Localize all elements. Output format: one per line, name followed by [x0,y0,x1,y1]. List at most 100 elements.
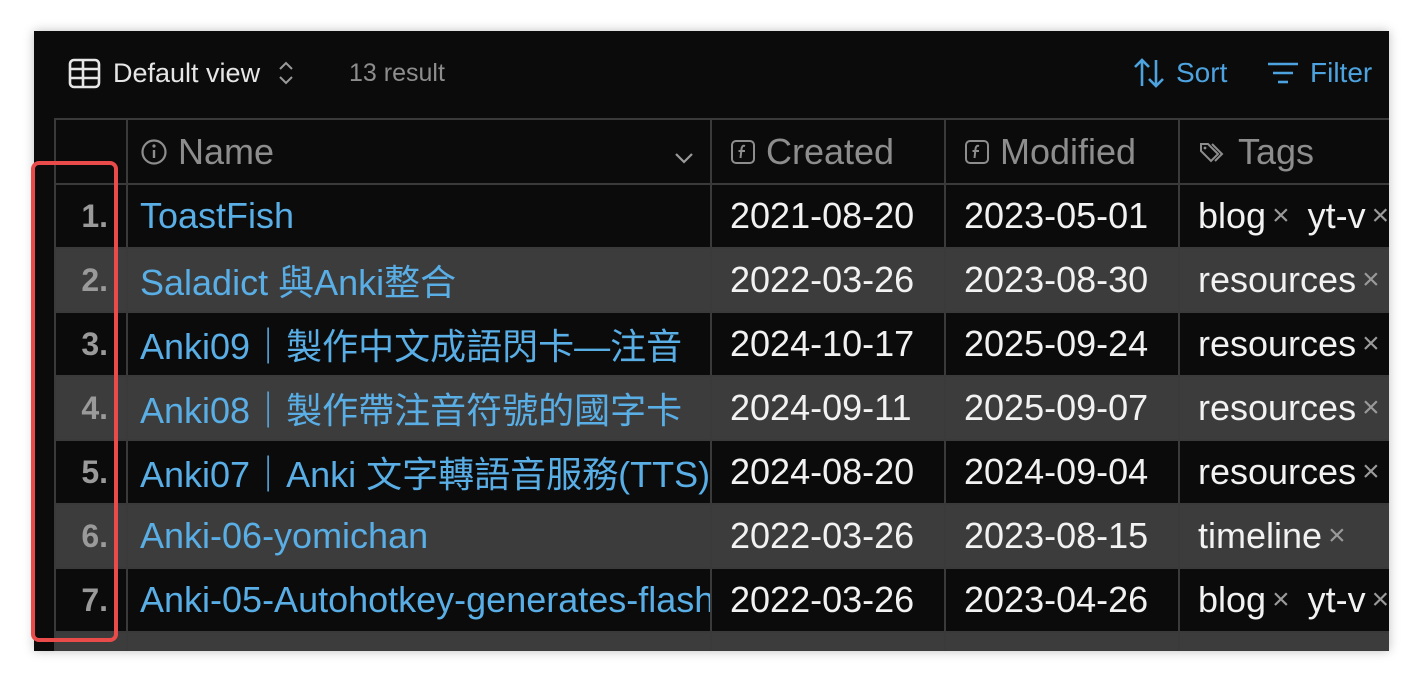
tag-pill[interactable]: blog × [1198,579,1290,621]
results-table: Name Created Modified Tags 1. ToastFish … [54,118,1389,651]
row-modified: 2025-09-24 [944,311,1180,377]
remove-tag-icon[interactable]: × [1362,391,1380,425]
row-created: 2021-08-20 [710,183,946,249]
remove-tag-icon[interactable]: × [1272,583,1290,617]
row-number: 2. [54,247,128,313]
row-number: 5. [54,439,128,505]
header-created-label: Created [766,130,895,172]
remove-tag-icon[interactable]: × [1362,327,1380,361]
table-icon [68,58,101,89]
header-name-label: Name [178,130,275,172]
tag-label: blog [1198,579,1267,620]
tags-icon [1198,139,1228,165]
sort-label: Sort [1176,57,1228,88]
chevron-updown-icon [278,60,294,86]
row-modified: 2023-08-15 [944,503,1180,569]
table-row[interactable]: 7. Anki-05-Autohotkey-generates-flashcar… [54,567,1389,633]
tag-label: timeline [1198,515,1323,556]
tag-pill[interactable]: timeline × [1198,515,1346,557]
view-name: Default view [113,57,261,88]
row-name-link[interactable]: Saladict 與Anki整合 [126,247,712,313]
row-tags: resources × [1178,439,1389,505]
filter-button[interactable]: Filter [1266,55,1372,91]
row-tags: blog × yt-v × [1178,567,1389,633]
header-tags-label: Tags [1238,130,1315,172]
result-count: 13 result [349,58,445,87]
header-row-number [54,118,128,185]
sort-arrows-icon [1132,56,1166,90]
table-row[interactable]: 2. Saladict 與Anki整合 2022-03-26 2023-08-3… [54,247,1389,313]
row-name-link[interactable]: Anki09｜製作中文成語閃卡—注音 [126,311,712,377]
tag-pill[interactable]: resources × [1198,451,1380,493]
sort-button[interactable]: Sort [1132,55,1227,91]
header-modified[interactable]: Modified [944,118,1180,185]
tag-pill[interactable]: yt-v × [1308,579,1389,621]
row-name-link[interactable]: Anki07｜Anki 文字轉語音服務(TTS) [126,439,712,505]
row-name-link[interactable]: Anki08｜製作帶注音符號的國字卡 [126,375,712,441]
filter-label: Filter [1310,57,1373,88]
tag-label: resources [1198,323,1357,364]
row-created: 2024-09-11 [710,375,946,441]
tag-pill[interactable]: resources × [1198,323,1380,365]
remove-tag-icon[interactable]: × [1362,455,1380,489]
row-modified: 2023-04-26 [944,567,1180,633]
tag-label: yt-v [1307,579,1366,620]
header-tags[interactable]: Tags [1178,118,1389,185]
table-row[interactable]: 1. ToastFish 2021-08-20 2023-05-01 blog ×… [54,183,1389,249]
row-tags: resources × [1178,247,1389,313]
table-header-row: Name Created Modified Tags [54,118,1389,185]
tag-label: yt-v [1307,195,1366,236]
header-name[interactable]: Name [126,118,712,185]
remove-tag-icon[interactable]: × [1272,199,1290,233]
row-modified: 2025-09-07 [944,375,1180,441]
table-row[interactable]: 6. Anki-06-yomichan 2022-03-26 2023-08-1… [54,503,1389,569]
filter-icon [1266,58,1300,88]
row-modified: 2024-09-04 [944,439,1180,505]
remove-tag-icon[interactable]: × [1372,583,1389,617]
view-toolbar: Default view 13 result Sort Filter [34,31,1389,117]
row-modified: 2023-05-01 [944,183,1180,249]
tag-pill[interactable]: resources × [1198,387,1380,429]
row-tags: resources × [1178,311,1389,377]
remove-tag-icon[interactable]: × [1372,199,1389,233]
row-created: 2022-03-26 [710,567,946,633]
row-name-link[interactable]: Anki-05-Autohotkey-generates-flashcards [126,567,712,633]
tag-label: blog [1198,195,1267,236]
tag-label: resources [1198,387,1357,428]
tag-label: resources [1198,259,1357,300]
row-created: 2022-03-26 [710,247,946,313]
row-number: 6. [54,503,128,569]
header-modified-label: Modified [1000,130,1137,172]
view-selector-button[interactable]: Default view [68,55,294,91]
remove-tag-icon[interactable]: × [1362,263,1380,297]
formula-icon [730,139,756,165]
row-number: 7. [54,567,128,633]
row-created: 2022-03-26 [710,503,946,569]
row-name-link[interactable]: ToastFish [126,183,712,249]
tag-label: resources [1198,451,1357,492]
tag-pill[interactable]: resources × [1198,259,1380,301]
row-number: 4. [54,375,128,441]
results-table-container: Name Created Modified Tags 1. ToastFish … [54,118,1389,651]
row-name-link[interactable]: Anki-06-yomichan [126,503,712,569]
table-row[interactable]: 5. Anki07｜Anki 文字轉語音服務(TTS) 2024-08-20 2… [54,439,1389,505]
info-circle-icon [140,138,168,166]
row-tags: resources × [1178,375,1389,441]
table-row[interactable]: 4. Anki08｜製作帶注音符號的國字卡 2024-09-11 2025-09… [54,375,1389,441]
row-created: 2024-08-20 [710,439,946,505]
row-created: 2024-10-17 [710,311,946,377]
row-tags: blog × yt-v × [1178,183,1389,249]
row-modified: 2023-08-30 [944,247,1180,313]
header-created[interactable]: Created [710,118,946,185]
row-number: 1. [54,183,128,249]
formula-icon [964,139,990,165]
row-tags: timeline × [1178,503,1389,569]
remove-tag-icon[interactable]: × [1328,519,1346,553]
table-row[interactable]: 3. Anki09｜製作中文成語閃卡—注音 2024-10-17 2025-09… [54,311,1389,377]
database-view-window: Default view 13 result Sort Filter Name … [34,31,1389,651]
row-number: 3. [54,311,128,377]
chevron-down-icon[interactable] [674,151,694,165]
tag-pill[interactable]: yt-v × [1308,195,1389,237]
tag-pill[interactable]: blog × [1198,195,1290,237]
table-row-partial [54,631,1389,651]
